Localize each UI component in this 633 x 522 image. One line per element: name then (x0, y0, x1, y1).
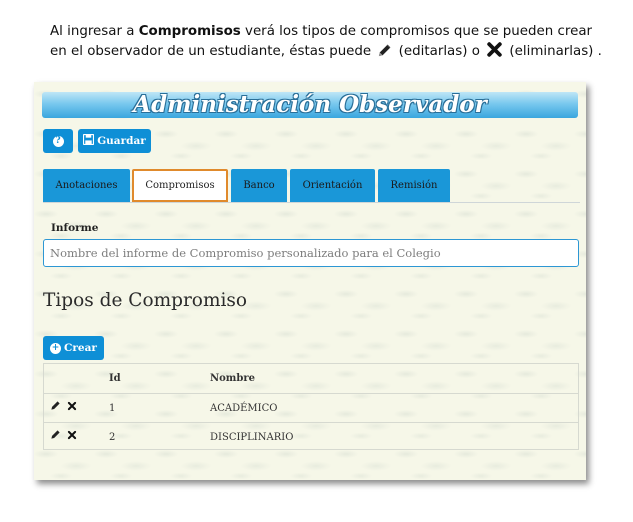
create-button-label: Crear (64, 342, 97, 354)
tab-remision[interactable]: Remisión (378, 169, 450, 202)
table-row: 2 DISCIPLINARIO (44, 422, 578, 452)
row-name: ACADÉMICO (210, 403, 278, 414)
tab-anotaciones[interactable]: Anotaciones (43, 169, 130, 202)
informe-input[interactable] (43, 239, 579, 267)
tab-label: Banco (243, 180, 275, 191)
tab-label: Compromisos (145, 180, 215, 191)
intro-edit-text: (editarlas) o (394, 44, 485, 59)
informe-label: Informe (51, 222, 99, 234)
row-name: DISCIPLINARIO (210, 432, 294, 443)
row-actions (50, 394, 100, 423)
close-icon (486, 41, 503, 64)
id-header: Id (109, 373, 121, 384)
row-id: 1 (109, 403, 116, 414)
intro-delete-text: (eliminarlas) . (505, 44, 602, 59)
question-circle-icon: ? (52, 135, 64, 147)
save-button-label: Guardar (97, 135, 146, 147)
table-row: 1 ACADÉMICO (44, 393, 578, 423)
tab-banco[interactable]: Banco (231, 169, 287, 202)
pencil-icon (377, 43, 392, 64)
compromisos-table: Id Nombre 1 ACADÉMICO 2 DISCIPLINARIO (43, 363, 579, 450)
actions-header (50, 364, 100, 393)
create-button[interactable]: + Crear (43, 336, 104, 360)
section-title: Tipos de Compromiso (43, 290, 248, 311)
intro-bold-text: Compromisos (138, 24, 241, 39)
tab-orientacion[interactable]: Orientación (290, 169, 375, 202)
tab-label: Anotaciones (55, 180, 118, 191)
row-id: 2 (109, 432, 116, 443)
plus-circle-icon: + (50, 342, 62, 354)
row-actions (50, 423, 100, 452)
tab-label: Remisión (390, 180, 438, 191)
table-header-row: Id Nombre (44, 364, 578, 393)
intro-text-start: Al ingresar a (50, 24, 139, 39)
pencil-icon[interactable] (50, 394, 61, 423)
tab-label: Orientación (302, 180, 363, 191)
save-button[interactable]: Guardar (78, 129, 151, 153)
tab-compromisos[interactable]: Compromisos (132, 169, 228, 202)
floppy-disk-icon (83, 133, 95, 148)
instruction-text: Al ingresar a Compromisos verá los tipos… (50, 22, 610, 64)
name-header: Nombre (210, 373, 256, 384)
close-icon[interactable] (67, 423, 77, 452)
tab-divider (43, 202, 580, 203)
app-screenshot: Administración Observador ? Guardar Anot… (34, 82, 586, 480)
close-icon[interactable] (67, 394, 77, 423)
help-button[interactable]: ? (43, 129, 73, 153)
pencil-icon[interactable] (50, 423, 61, 452)
app-title-bar: Administración Observador (42, 92, 578, 118)
app-title: Administración Observador (133, 91, 487, 118)
